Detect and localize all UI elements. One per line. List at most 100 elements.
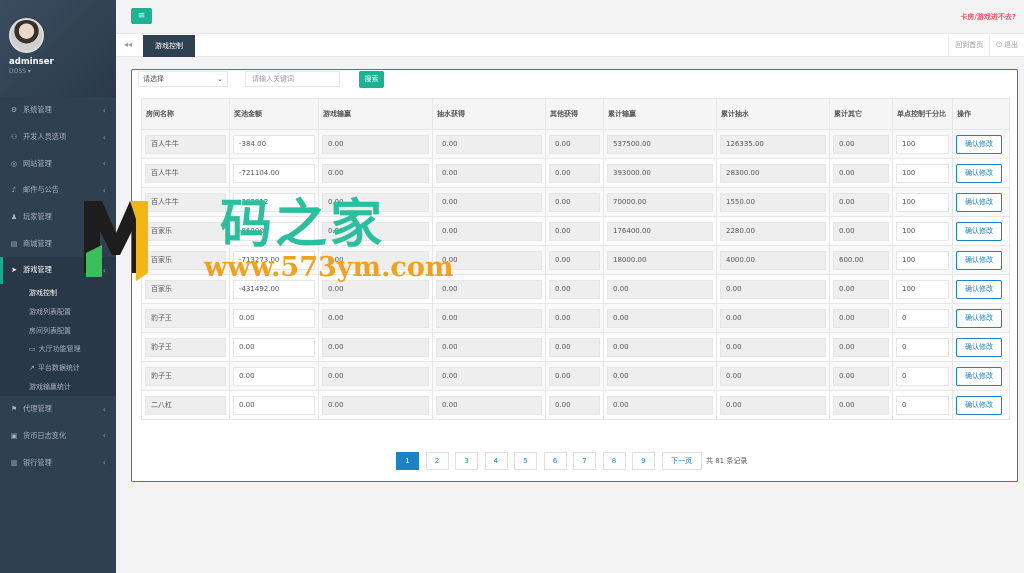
pool-amount-input[interactable]: 0.00 (233, 395, 315, 415)
table-cell: 100 (892, 274, 953, 304)
table-cell: 393000.00 (603, 158, 717, 188)
logout-link[interactable]: ⏻ 退出 (989, 34, 1024, 57)
table-cell: 0.00 (545, 187, 604, 217)
control-ratio-input[interactable]: 0 (896, 366, 949, 386)
table-cell: 0 (892, 361, 953, 391)
menu-toggle-button[interactable]: ≡ (131, 8, 152, 24)
page-button[interactable]: 2 (425, 452, 449, 470)
pool-amount-input[interactable]: -431492.00 (233, 279, 315, 299)
table-cell: 0.00 (603, 361, 717, 391)
page-button[interactable]: 4 (484, 452, 508, 470)
readonly-field: 600.00 (833, 250, 889, 270)
submenu-item-label: 游戏列表配置 (29, 307, 71, 316)
control-ratio-input[interactable]: 100 (896, 279, 949, 299)
readonly-field: 百人牛牛 (145, 134, 226, 154)
control-ratio-input[interactable]: 100 (896, 221, 949, 241)
column-header: 其他获得 (545, 98, 604, 130)
tab-game-control[interactable]: 游戏控制 (143, 35, 195, 57)
sidebar-item[interactable]: ▤ 商城管理 (0, 230, 116, 257)
table-cell: 0.00 (603, 303, 717, 333)
pool-amount-input[interactable]: -721104.00 (233, 163, 315, 183)
sidebar-item[interactable]: ⚙ 系统管理 ‹ (0, 97, 116, 124)
search-button[interactable]: 搜索 (359, 71, 384, 88)
control-ratio-input[interactable]: 0 (896, 395, 949, 415)
table-cell: 豹子王 (141, 361, 230, 391)
page-button[interactable]: 6 (543, 452, 567, 470)
keyword-input[interactable]: 请输入关键词 (245, 71, 340, 87)
category-select[interactable]: 请选择 ⌄ (138, 71, 228, 87)
submenu-item[interactable]: 游戏控制 (0, 284, 116, 303)
submenu-item[interactable]: 游戏列表配置 (0, 303, 116, 322)
sidebar-item[interactable]: ➤ 游戏管理 ‹ (0, 257, 116, 284)
page-button[interactable]: 5 (514, 452, 537, 470)
sidebar-item[interactable]: ♟ 玩家管理 (0, 204, 116, 231)
home-link[interactable]: 回到首页 (948, 34, 989, 57)
page-button[interactable]: 7 (573, 452, 596, 470)
submenu-item[interactable]: 房间列表配置 (0, 321, 116, 340)
pool-amount-input[interactable]: 0.00 (233, 308, 315, 328)
page-button[interactable]: 1 (396, 452, 419, 470)
readonly-field: 176400.00 (607, 221, 713, 241)
sidebar-item[interactable]: ♪ 邮件与公告 ‹ (0, 177, 116, 204)
readonly-field: 百家乐 (145, 250, 226, 270)
sidebar-item[interactable]: ▥ 银行管理 ‹ (0, 449, 116, 476)
submenu-item[interactable]: 游戏输赢统计 (0, 377, 116, 396)
control-ratio-input[interactable]: 100 (896, 192, 949, 212)
confirm-button[interactable]: 确认修改 (956, 395, 1002, 415)
confirm-button[interactable]: 确认修改 (956, 192, 1002, 212)
user-name[interactable]: adminser (9, 57, 116, 67)
confirm-button[interactable]: 确认修改 (956, 279, 1002, 299)
pool-amount-input[interactable]: -382912 (233, 192, 315, 212)
tab-bar: ◂◂ 游戏控制 回到首页 ⏻ 退出 (116, 34, 1024, 57)
table-cell: 0.00 (603, 390, 717, 420)
table-cell: 百家乐 (141, 274, 230, 304)
control-ratio-input[interactable]: 100 (896, 163, 949, 183)
readonly-field: 豹子王 (145, 366, 226, 386)
control-ratio-input[interactable]: 0 (896, 308, 949, 328)
confirm-button[interactable]: 确认修改 (956, 366, 1002, 386)
pool-amount-input[interactable]: -713273.00 (233, 250, 315, 270)
sidebar-item[interactable]: ◎ 网站管理 ‹ (0, 150, 116, 177)
chevron-left-icon: ‹ (102, 458, 106, 468)
tab-scroll-left-icon[interactable]: ◂◂ (124, 40, 132, 49)
submenu-item[interactable]: ↗ 平台数据统计 (0, 359, 116, 378)
avatar[interactable] (9, 18, 44, 53)
confirm-button[interactable]: 确认修改 (956, 337, 1002, 357)
user-role-dropdown[interactable]: DOSS ▾ (9, 68, 116, 75)
submenu-icon: ▭ (29, 345, 36, 354)
page-button[interactable]: 9 (632, 452, 655, 470)
pool-amount-input[interactable]: 0.00 (233, 337, 315, 357)
table-cell: 0.00 (432, 274, 546, 304)
page-button[interactable]: 3 (455, 452, 478, 470)
column-header: 累计其它 (829, 98, 893, 130)
page-button[interactable]: 8 (602, 452, 626, 470)
table-cell: 2280.00 (716, 216, 830, 246)
readonly-field: 0.00 (322, 395, 429, 415)
pool-amount-input[interactable]: -384.00 (233, 134, 315, 154)
readonly-field: 0.00 (720, 395, 826, 415)
confirm-button[interactable]: 确认修改 (956, 308, 1002, 328)
confirm-button[interactable]: 确认修改 (956, 221, 1002, 241)
table-cell: 0 (892, 390, 953, 420)
table-cell: 1550.00 (716, 187, 830, 217)
control-ratio-input[interactable]: 0 (896, 337, 949, 357)
readonly-field: 0.00 (549, 366, 600, 386)
help-link[interactable]: 卡房/游戏进不去? (960, 12, 1016, 22)
control-ratio-input[interactable]: 100 (896, 250, 949, 270)
table-row: 百人牛牛 -384.00 0.00 0.00 0.00 537500.00 126335.0… (141, 129, 1010, 159)
confirm-button[interactable]: 确认修改 (956, 163, 1002, 183)
sidebar-item[interactable]: ▣ 货币日志变化 ‹ (0, 423, 116, 450)
sidebar-item[interactable]: ⚑ 代理管理 ‹ (0, 396, 116, 423)
pool-amount-input[interactable]: -86900 (233, 221, 315, 241)
sidebar-item[interactable]: ⚇ 开发人员选项 ‹ (0, 124, 116, 151)
confirm-button[interactable]: 确认修改 (956, 134, 1002, 154)
table-cell: 0.00 (318, 245, 433, 275)
confirm-button[interactable]: 确认修改 (956, 250, 1002, 270)
readonly-field: 0.00 (436, 395, 542, 415)
submenu-item[interactable]: ▭ 大厅功能管理 (0, 340, 116, 359)
readonly-field: 1550.00 (720, 192, 826, 212)
next-page-button[interactable]: 下一页 (661, 452, 702, 470)
control-ratio-input[interactable]: 100 (896, 134, 949, 154)
pool-amount-input[interactable]: 0.00 (233, 366, 315, 386)
table-cell: 百人牛牛 (141, 129, 230, 159)
